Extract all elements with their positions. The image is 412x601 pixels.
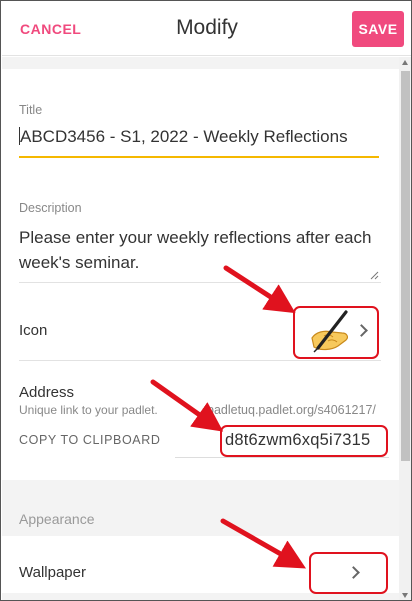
- annotation-box-address: [220, 425, 388, 457]
- copy-to-clipboard-button[interactable]: COPY TO CLIPBOARD: [19, 433, 161, 447]
- description-underline: [19, 282, 381, 283]
- address-hint: Unique link to your padlet.: [19, 403, 158, 417]
- slug-underline: [175, 457, 389, 458]
- icon-label: Icon: [19, 322, 48, 339]
- appearance-label: Appearance: [19, 511, 95, 527]
- description-label: Description: [19, 201, 82, 215]
- scroll-up-arrow-icon[interactable]: [402, 60, 408, 65]
- address-link-prefix: padletuq.padlet.org/s4061217/: [207, 403, 376, 417]
- annotation-box-wallpaper: [309, 552, 388, 594]
- modify-panel: CANCEL Modify SAVE Title ABCD3456 - S1, …: [0, 0, 412, 601]
- icon-row-divider: [19, 360, 381, 361]
- title-label: Title: [19, 103, 43, 117]
- save-button[interactable]: SAVE: [352, 11, 404, 47]
- header: CANCEL Modify SAVE: [2, 2, 411, 56]
- bottom-spacer: [2, 593, 411, 600]
- scroll-down-arrow-icon[interactable]: [402, 593, 408, 598]
- description-input[interactable]: Please enter your weekly reflections aft…: [19, 225, 379, 275]
- resize-handle-icon[interactable]: [369, 270, 379, 280]
- arrow-to-address: [150, 379, 224, 432]
- title-input[interactable]: ABCD3456 - S1, 2022 - Weekly Reflections: [19, 125, 379, 158]
- appearance-section-header: [2, 480, 411, 536]
- scrollbar[interactable]: [399, 57, 411, 600]
- title-value: ABCD3456 - S1, 2022 - Weekly Reflections: [20, 127, 348, 146]
- section-spacer: [2, 57, 411, 69]
- page-title: Modify: [176, 16, 238, 39]
- address-label: Address: [19, 384, 75, 401]
- annotation-box-icon: [293, 306, 379, 359]
- wallpaper-label: Wallpaper: [19, 564, 86, 581]
- scrollbar-thumb[interactable]: [401, 71, 410, 461]
